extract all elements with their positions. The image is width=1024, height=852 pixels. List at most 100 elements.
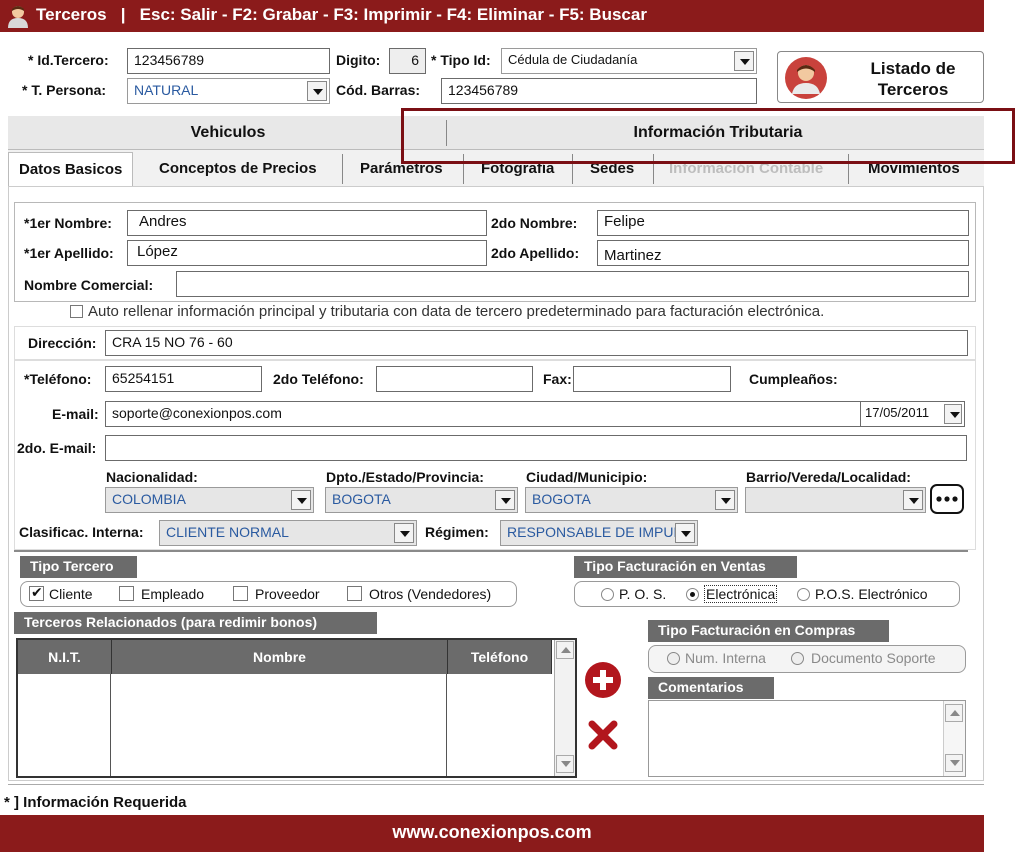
nacionalidad-label: Nacionalidad:: [106, 469, 198, 485]
tipo-id-label: * Tipo Id:: [431, 52, 491, 68]
more-options-button[interactable]: [930, 484, 964, 514]
nacionalidad-value: COLOMBIA: [112, 491, 186, 507]
empleado-checkbox[interactable]: [119, 586, 134, 601]
fax-input[interactable]: [573, 366, 731, 392]
email-label: E-mail:: [52, 406, 99, 422]
clasif-select[interactable]: CLIENTE NORMAL: [159, 520, 417, 546]
scroll-up-icon[interactable]: [556, 641, 574, 659]
primer-nombre-input[interactable]: Andres: [127, 210, 487, 236]
tab-conceptos-precios[interactable]: Conceptos de Precios: [159, 160, 317, 177]
grid-scrollbar[interactable]: [554, 640, 575, 776]
proveedor-checkbox[interactable]: [233, 586, 248, 601]
terceros-relacionados-header: Terceros Relacionados (para redimir bono…: [14, 612, 377, 634]
id-tercero-label: * Id.Tercero:: [28, 52, 109, 68]
clasif-value: CLIENTE NORMAL: [166, 524, 289, 540]
nombre-comercial-label: Nombre Comercial:: [24, 277, 154, 293]
pos-electronico-radio[interactable]: [797, 588, 810, 601]
cliente-checkbox[interactable]: [29, 584, 44, 601]
num-interna-label: Num. Interna: [685, 650, 766, 666]
direccion-input[interactable]: CRA 15 NO 76 - 60: [105, 330, 968, 356]
chevron-down-icon[interactable]: [495, 490, 515, 510]
chevron-down-icon[interactable]: [734, 51, 754, 71]
add-icon[interactable]: [584, 661, 622, 699]
otros-label: Otros (Vendedores): [369, 586, 492, 602]
nombre-comercial-input[interactable]: [176, 271, 969, 297]
nacionalidad-select[interactable]: COLOMBIA: [105, 487, 314, 513]
t-persona-value: NATURAL: [134, 82, 199, 98]
chevron-down-icon[interactable]: [307, 81, 327, 101]
listado-line2: Terceros: [877, 80, 949, 99]
pos-radio[interactable]: [601, 588, 614, 601]
empleado-label: Empleado: [141, 586, 205, 602]
grid-header-nit[interactable]: N.I.T.: [18, 640, 112, 674]
segundo-nombre-input[interactable]: Felipe: [597, 210, 969, 236]
footer-url: www.conexionpos.com: [0, 815, 984, 852]
delete-icon[interactable]: [588, 720, 618, 750]
barrio-select[interactable]: [745, 487, 926, 513]
telefono-input[interactable]: 65254151: [105, 366, 262, 392]
tipo-facturacion-compras-header: Tipo Facturación en Compras: [648, 620, 889, 642]
primer-apellido-input[interactable]: López: [127, 240, 487, 266]
highlight-box: [401, 108, 1015, 164]
primer-nombre-label: *1er Nombre:: [24, 215, 112, 231]
email2-input[interactable]: [105, 435, 967, 461]
ciudad-select[interactable]: BOGOTA: [525, 487, 738, 513]
chevron-down-icon[interactable]: [291, 490, 311, 510]
scroll-down-icon[interactable]: [556, 755, 574, 773]
listado-terceros-button[interactable]: Listado de Terceros: [777, 51, 984, 103]
cod-barras-input[interactable]: 123456789: [441, 78, 757, 104]
tab-datos-basicos[interactable]: Datos Basicos: [8, 152, 134, 188]
scroll-up-icon[interactable]: [945, 704, 963, 722]
id-tercero-input[interactable]: 123456789: [127, 48, 330, 74]
documento-soporte-radio: [791, 652, 804, 665]
telefono-label: *Teléfono:: [24, 371, 92, 387]
cumpleanos-value: 17/05/2011: [865, 405, 930, 420]
chevron-down-icon[interactable]: [903, 490, 923, 510]
title-bar: Terceros | Esc: Salir - F2: Grabar - F3:…: [0, 0, 984, 32]
segundo-apellido-input[interactable]: Martinez: [597, 240, 969, 266]
dpto-select[interactable]: BOGOTA: [325, 487, 518, 513]
email-input[interactable]: soporte@conexionpos.com: [105, 401, 862, 427]
autofill-checkbox[interactable]: [70, 305, 83, 318]
electronica-radio[interactable]: [686, 588, 699, 601]
chevron-down-icon[interactable]: [394, 523, 414, 543]
cod-barras-label: Cód. Barras:: [336, 82, 421, 98]
telefono2-input[interactable]: [376, 366, 533, 392]
dpto-label: Dpto./Estado/Provincia:: [326, 469, 484, 485]
grid-column-line: [110, 674, 111, 776]
regimen-value: RESPONSABLE DE IMPUE: [507, 524, 683, 540]
clasif-label: Clasificac. Interna:: [19, 524, 144, 540]
digito-label: Digito:: [336, 52, 381, 68]
comentarios-scrollbar[interactable]: [943, 701, 965, 776]
num-interna-radio: [667, 652, 680, 665]
tipo-facturacion-compras-options: Num. Interna Documento Soporte: [648, 645, 966, 673]
telefono2-label: 2do Teléfono:: [273, 371, 364, 387]
comentarios-textarea[interactable]: [648, 700, 966, 777]
autofill-label: Auto rellenar información principal y tr…: [88, 303, 825, 320]
tipo-facturacion-ventas-header: Tipo Facturación en Ventas: [574, 556, 797, 578]
chevron-down-icon[interactable]: [675, 523, 695, 543]
electronica-label: Electrónica: [704, 585, 778, 603]
user-icon: [8, 6, 28, 28]
grid-header-nombre[interactable]: Nombre: [112, 640, 448, 674]
pos-electronico-label: P.O.S. Electrónico: [815, 586, 928, 602]
tab-vehiculos[interactable]: Vehiculos: [88, 124, 368, 142]
chevron-down-icon[interactable]: [715, 490, 735, 510]
cumpleanos-date-picker[interactable]: 17/05/2011: [860, 401, 965, 427]
chevron-down-icon[interactable]: [944, 404, 962, 424]
terceros-relacionados-grid[interactable]: N.I.T. Nombre Teléfono: [16, 638, 577, 778]
tipo-id-select[interactable]: Cédula de Ciudadanía: [501, 48, 757, 74]
direccion-label: Dirección:: [28, 335, 97, 351]
window-title: Terceros | Esc: Salir - F2: Grabar - F3:…: [36, 5, 647, 24]
segundo-nombre-label: 2do Nombre:: [491, 215, 578, 231]
comentarios-header: Comentarios: [648, 677, 774, 699]
cliente-label: Cliente: [49, 586, 93, 602]
scroll-down-icon[interactable]: [945, 754, 963, 772]
grid-header-telefono[interactable]: Teléfono: [448, 640, 552, 674]
bottom-divider: [8, 784, 984, 785]
t-persona-select[interactable]: NATURAL: [127, 78, 330, 104]
otros-checkbox[interactable]: [347, 586, 362, 601]
tab-separator: [342, 154, 343, 184]
section-divider: [14, 550, 968, 552]
regimen-select[interactable]: RESPONSABLE DE IMPUE: [500, 520, 698, 546]
